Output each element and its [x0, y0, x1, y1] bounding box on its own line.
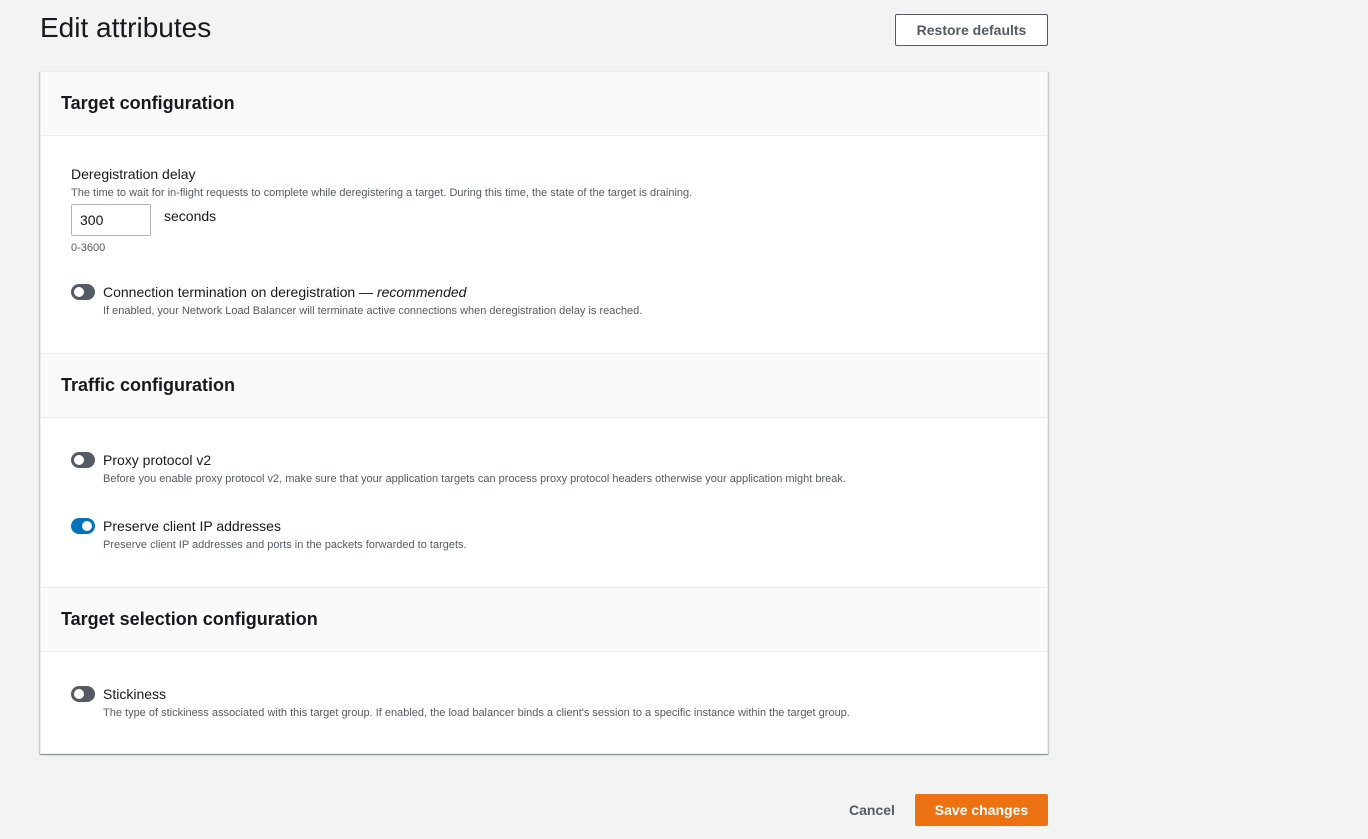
target-configuration-title: Target configuration: [61, 93, 235, 113]
stickiness-label: Stickiness: [103, 686, 167, 702]
traffic-configuration-header: Traffic configuration: [41, 354, 1047, 418]
proxy-protocol-toggle[interactable]: [71, 452, 95, 468]
deregistration-delay-label: Deregistration delay: [71, 166, 196, 182]
connection-termination-description: If enabled, your Network Load Balancer w…: [103, 305, 643, 317]
page-title: Edit attributes: [40, 12, 212, 43]
cancel-button[interactable]: Cancel: [836, 794, 908, 826]
target-configuration-header: Target configuration: [41, 72, 1047, 136]
toggle-knob: [74, 455, 84, 465]
preserve-client-ip-label: Preserve client IP addresses: [103, 518, 281, 534]
toggle-knob: [74, 689, 84, 699]
restore-defaults-button[interactable]: Restore defaults: [895, 14, 1048, 46]
deregistration-delay-input[interactable]: [71, 204, 151, 236]
deregistration-delay-constraint: 0-3600: [71, 242, 106, 254]
save-changes-button[interactable]: Save changes: [915, 794, 1048, 826]
proxy-protocol-description: Before you enable proxy protocol v2, mak…: [103, 473, 846, 485]
preserve-client-ip-description: Preserve client IP addresses and ports i…: [103, 539, 467, 551]
connection-termination-label: Connection termination on deregistration…: [103, 283, 466, 301]
attributes-panel: Target configuration Deregistration dela…: [40, 71, 1048, 754]
target-selection-configuration-header: Target selection configuration: [41, 588, 1047, 652]
edit-attributes-page: Edit attributes Restore defaults Target …: [0, 0, 1368, 839]
proxy-protocol-label: Proxy protocol v2: [103, 452, 212, 468]
deregistration-delay-unit: seconds: [164, 208, 217, 224]
traffic-configuration-title: Traffic configuration: [61, 375, 236, 395]
stickiness-toggle[interactable]: [71, 686, 95, 702]
toggle-knob: [82, 521, 92, 531]
stickiness-description: The type of stickiness associated with t…: [103, 707, 850, 719]
recommended-emphasis: recommended: [376, 284, 467, 300]
toggle-knob: [74, 287, 84, 297]
deregistration-delay-description: The time to wait for in-flight requests …: [71, 187, 693, 199]
connection-termination-toggle[interactable]: [71, 284, 95, 300]
connection-termination-label-text: Connection termination on deregistration…: [103, 284, 377, 300]
preserve-client-ip-toggle[interactable]: [71, 518, 95, 534]
target-selection-configuration-title: Target selection configuration: [61, 609, 318, 629]
